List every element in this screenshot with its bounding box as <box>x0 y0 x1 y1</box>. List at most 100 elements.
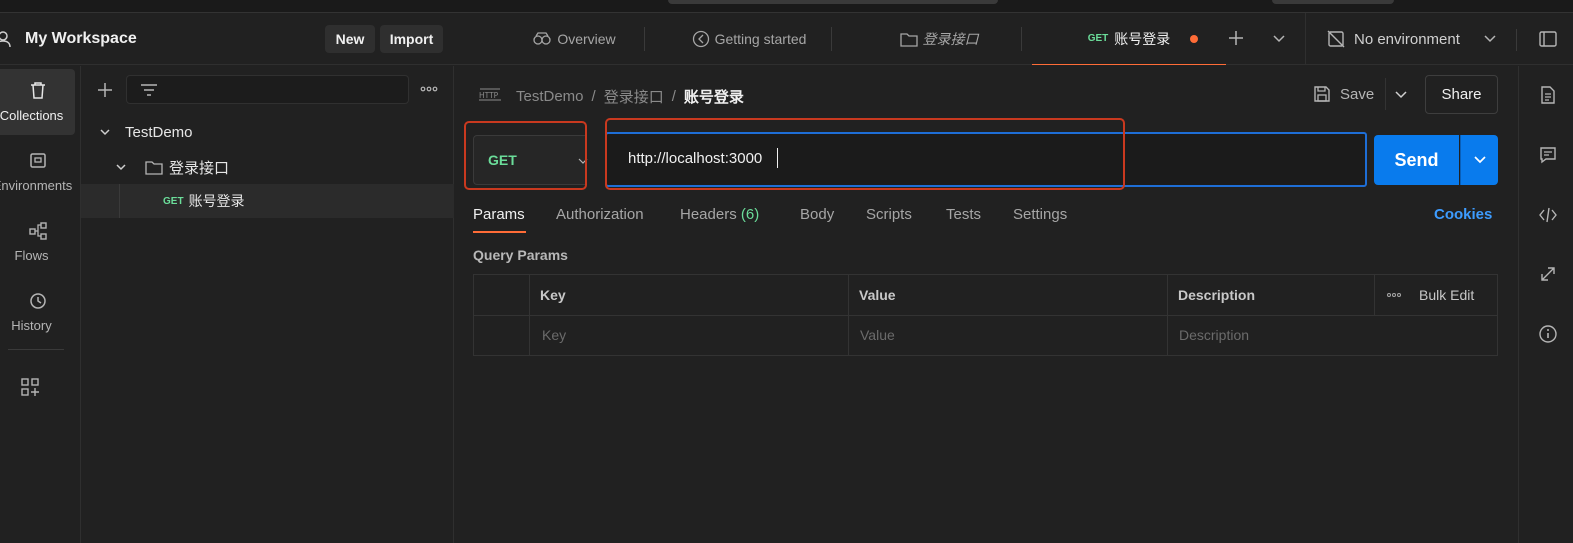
breadcrumb-folder[interactable]: 登录接口 <box>604 86 664 107</box>
send-options-chevron-icon[interactable] <box>1460 135 1498 185</box>
annotation-url-highlight <box>605 118 1125 190</box>
tab-separator <box>1021 27 1022 51</box>
tab-separator <box>831 27 832 51</box>
chevron-down-icon[interactable] <box>115 161 127 173</box>
rail-label-flows: Flows <box>14 248 49 263</box>
send-button[interactable]: Send <box>1374 135 1459 185</box>
flows-icon <box>28 221 48 241</box>
environment-quicklook-icon[interactable] <box>1538 29 1558 49</box>
bulk-edit-button[interactable]: Bulk Edit <box>1419 275 1474 315</box>
save-icon <box>1312 84 1332 104</box>
collections-sidebar: TestDemo 登录接口 GET 账号登录 <box>81 66 454 543</box>
workspace-title[interactable]: My Workspace <box>25 30 137 48</box>
tree-request-row[interactable]: GET 账号登录 <box>81 184 454 218</box>
rail-item-environments[interactable]: Environments <box>0 139 75 205</box>
param-value-input[interactable]: Value <box>860 315 1160 355</box>
tab-body[interactable]: Body <box>800 206 834 223</box>
chevron-down-icon[interactable] <box>99 126 111 138</box>
query-params-table: Key Value Description Bulk Edit Key Valu… <box>473 274 1498 356</box>
trash-icon <box>28 81 48 101</box>
env-separator <box>1305 13 1306 65</box>
tab-params[interactable]: Params <box>473 206 525 223</box>
info-icon[interactable] <box>1538 324 1558 344</box>
param-key-input[interactable]: Key <box>542 315 842 355</box>
rail-item-collections[interactable]: Collections <box>0 69 75 135</box>
more-options-icon[interactable] <box>1386 291 1402 299</box>
workspace-header: My Workspace New Import <box>0 13 454 65</box>
tab-scripts[interactable]: Scripts <box>866 206 912 223</box>
filter-icon[interactable] <box>139 82 159 98</box>
rail-label-history: History <box>11 318 52 333</box>
code-icon[interactable] <box>1538 205 1558 225</box>
related-collections-icon[interactable] <box>1538 264 1558 284</box>
new-tab-plus-icon[interactable] <box>1227 29 1245 47</box>
tab-request[interactable]: GET 账号登录 <box>1032 13 1226 65</box>
column-divider <box>848 275 849 355</box>
new-button[interactable]: New <box>325 25 375 53</box>
rail-item-history[interactable]: History <box>0 279 75 345</box>
tab-getting-started[interactable]: Getting started <box>654 13 844 65</box>
environment-chevron-icon[interactable] <box>1483 34 1497 44</box>
tree-collection-name: TestDemo <box>125 123 193 141</box>
param-description-input[interactable]: Description <box>1179 315 1489 355</box>
column-divider <box>1167 275 1168 355</box>
column-divider <box>529 275 530 355</box>
tree-indent-guide <box>119 184 120 218</box>
more-options-icon[interactable] <box>419 84 439 94</box>
left-rail: Collections Environments Flows History <box>0 66 81 543</box>
getting-started-icon <box>692 30 710 48</box>
tree-folder-name: 登录接口 <box>169 159 230 177</box>
svg-text:HTTP: HTTP <box>479 91 499 100</box>
active-tab-underline <box>473 231 526 233</box>
tab-request-label: 账号登录 <box>1114 30 1171 47</box>
column-divider <box>1374 275 1375 315</box>
tab-settings[interactable]: Settings <box>1013 206 1067 223</box>
breadcrumb-separator: / <box>591 88 596 105</box>
tree-collection-row[interactable]: TestDemo <box>81 115 454 149</box>
rail-item-flows[interactable]: Flows <box>0 209 75 275</box>
tab-folder-label: 登录接口 <box>922 31 979 47</box>
tab-headers[interactable]: Headers (6) <box>680 206 759 223</box>
title-bar-search-edge <box>668 0 998 4</box>
tab-folder[interactable]: 登录接口 <box>844 13 1034 65</box>
env-divider <box>1516 29 1517 51</box>
documentation-icon[interactable] <box>1538 85 1558 105</box>
tab-tests[interactable]: Tests <box>946 206 981 223</box>
tabs-overflow-chevron-icon[interactable] <box>1272 34 1286 44</box>
folder-icon <box>899 31 918 47</box>
plus-icon[interactable] <box>96 81 114 99</box>
tab-request-method: GET <box>1087 33 1109 44</box>
request-method-badge: GET <box>163 195 184 207</box>
tab-overview-label: Overview <box>557 31 616 47</box>
share-button[interactable]: Share <box>1425 75 1498 114</box>
right-rail <box>1518 66 1573 543</box>
tab-getting-started-label: Getting started <box>714 31 807 47</box>
save-label: Save <box>1340 85 1375 103</box>
title-bar-strip <box>0 0 1573 13</box>
column-header-value: Value <box>859 287 896 303</box>
cookies-link[interactable]: Cookies <box>1434 206 1492 223</box>
rail-label-collections: Collections <box>0 108 64 123</box>
tab-authorization[interactable]: Authorization <box>556 206 644 223</box>
import-button[interactable]: Import <box>380 25 443 53</box>
tab-headers-label: Headers <box>680 206 737 223</box>
save-button[interactable]: Save <box>1312 84 1374 104</box>
save-options-chevron-icon[interactable] <box>1394 90 1408 100</box>
breadcrumb: TestDemo / 登录接口 / 账号登录 <box>516 86 744 107</box>
unsaved-dot-icon[interactable] <box>1190 35 1198 43</box>
breadcrumb-collection[interactable]: TestDemo <box>516 88 584 105</box>
add-module-icon[interactable] <box>20 377 40 397</box>
comments-icon[interactable] <box>1538 145 1558 165</box>
breadcrumb-current[interactable]: 账号登录 <box>684 86 744 107</box>
breadcrumb-separator: / <box>671 88 676 105</box>
rail-label-environments: Environments <box>0 178 73 193</box>
rail-divider <box>8 349 64 350</box>
collections-search-input[interactable] <box>126 75 409 104</box>
column-header-key: Key <box>540 287 566 303</box>
headers-count-badge: (6) <box>740 206 760 223</box>
tab-overview[interactable]: Overview <box>494 13 654 65</box>
user-icon[interactable] <box>0 30 12 48</box>
tree-folder-row[interactable]: 登录接口 <box>81 150 454 184</box>
environment-selector[interactable]: No environment <box>1354 31 1504 48</box>
tab-separator <box>644 27 645 51</box>
